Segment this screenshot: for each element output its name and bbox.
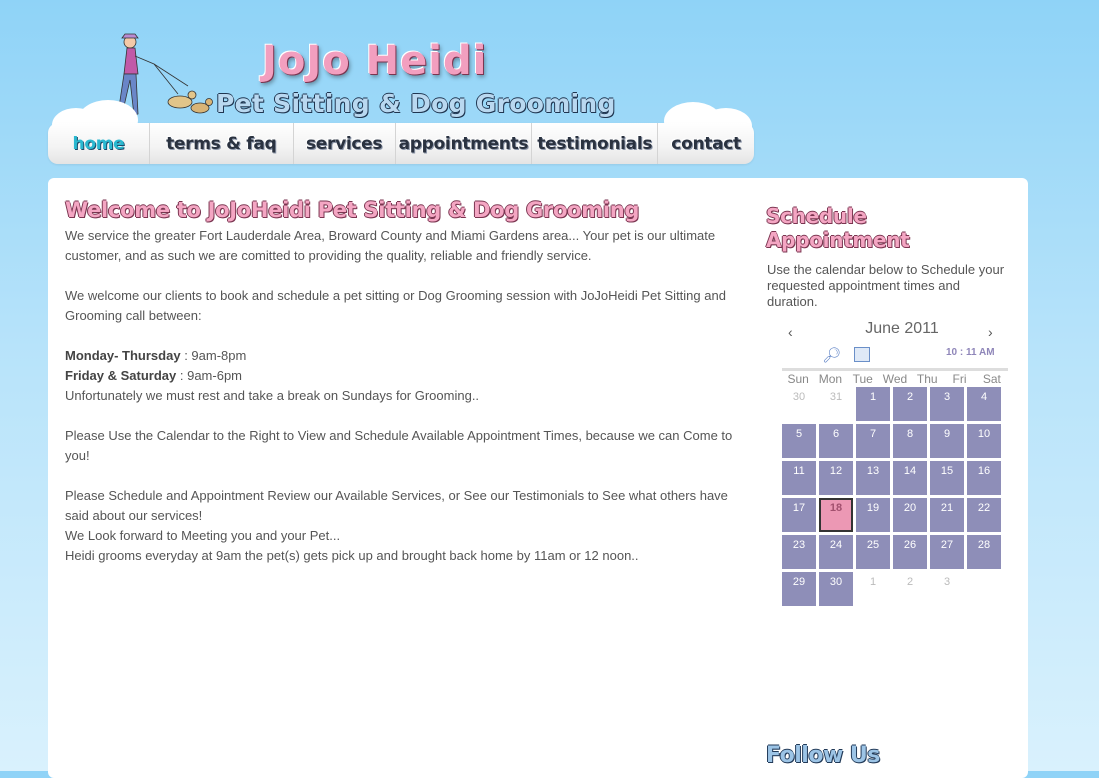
hours-weekday-value: : 9am-8pm [180,348,247,363]
calendar-day[interactable]: 4 [967,387,1001,421]
calendar-header: ‹ June 2011 › [782,318,1008,344]
schedule-description: Use the calendar below to Schedule your … [767,262,1005,309]
logo-title: JoJo Heidi [262,38,488,84]
hours-weekday: Monday- Thursday : 9am-8pm [65,346,745,366]
nav-contact[interactable]: contact [658,123,754,164]
calendar-grid: 30 31 1 2 3 4 5 6 7 8 9 10 11 12 13 14 15 16 17 18 19 20 21 22 2… [782,387,1008,609]
hours-weekday-label: Monday- Thursday [65,348,181,363]
booking-paragraph: We welcome our clients to book and sched… [65,288,726,323]
follow-us-heading: Follow Us [766,743,880,768]
schedule-paragraph: Please Schedule and Appointment Review o… [65,488,728,523]
calendar-day: 2 [906,576,914,588]
calendar-day[interactable]: 6 [819,424,853,458]
calendar-day: 31 [829,391,843,403]
nav-testimonials[interactable]: testimonials [532,123,659,164]
calendar-weekday: Mon [818,372,843,386]
meet-paragraph: We Look forward to Meeting you and your … [65,528,341,543]
calendar-weekday: Sat [982,372,1001,386]
calendar-weekdays: Sun Mon Tue Wed Thu Fri Sat [782,368,1008,386]
calendar-day[interactable]: 28 [967,535,1001,569]
site-header: JoJo Heidi Pet Sitting & Dog Grooming ho… [0,0,1099,170]
calendar-day: 30 [792,391,806,403]
calendar-day[interactable]: 11 [782,461,816,495]
calendar-day[interactable]: 23 [782,535,816,569]
calendar-day[interactable]: 22 [967,498,1001,532]
calendar-day[interactable]: 26 [893,535,927,569]
hours-weekend-value: : 9am-6pm [176,368,243,383]
grooming-paragraph: Heidi grooms everyday at 9am the pet(s) … [65,548,639,563]
main-nav: home terms & faq services appointments t… [48,123,754,164]
content-panel: Welcome to JoJoHeidi Pet Sitting & Dog G… [48,178,1028,778]
calendar-day[interactable]: 7 [856,424,890,458]
calendar-day[interactable]: 25 [856,535,890,569]
calendar-next-button[interactable]: › [988,324,993,340]
search-icon[interactable]: 🔎︎ [822,346,841,364]
calendar-month: June 2011 [865,320,939,337]
calendar-day[interactable]: 20 [893,498,927,532]
calendar-day[interactable]: 30 [819,572,853,606]
calendar-day[interactable]: 9 [930,424,964,458]
nav-appointments[interactable]: appointments [396,123,533,164]
calendar: ‹ June 2011 › 🔎︎ 10 : 11 AM Sun Mon Tue Wed… [782,318,1008,609]
main-content: Welcome to JoJoHeidi Pet Sitting & Dog G… [65,198,745,566]
sunday-note: Unfortunately we must rest and take a br… [65,388,480,403]
nav-home[interactable]: home [48,123,150,164]
calendar-weekday: Fri [952,372,967,386]
calendar-weekday: Wed [882,372,908,386]
calendar-time: 10 : 11 AM [946,347,995,358]
calendar-day[interactable]: 8 [893,424,927,458]
calendar-day[interactable]: 19 [856,498,890,532]
schedule-heading: Schedule Appointment [766,204,910,252]
calendar-day[interactable]: 21 [930,498,964,532]
calendar-day[interactable]: 14 [893,461,927,495]
calendar-day[interactable]: 5 [782,424,816,458]
nav-terms-faq[interactable]: terms & faq [150,123,294,164]
calendar-view-icon[interactable] [854,347,870,362]
calendar-day[interactable]: 13 [856,461,890,495]
calendar-day[interactable]: 29 [782,572,816,606]
calendar-day[interactable]: 3 [930,387,964,421]
intro-paragraph: We service the greater Fort Lauderdale A… [65,228,716,263]
calendar-weekday: Thu [916,372,938,386]
sidebar: Schedule Appointment Use the calendar be… [766,204,1011,310]
calendar-day[interactable]: 12 [819,461,853,495]
calendar-paragraph: Please Use the Calendar to the Right to … [65,428,733,463]
calendar-day[interactable]: 10 [967,424,1001,458]
hours-weekend-label: Friday & Saturday [65,368,177,383]
calendar-weekday: Sun [787,372,809,386]
calendar-day[interactable]: 27 [930,535,964,569]
calendar-day[interactable]: 2 [893,387,927,421]
calendar-day[interactable]: 24 [819,535,853,569]
calendar-day[interactable]: 15 [930,461,964,495]
calendar-day-today[interactable]: 18 [819,498,853,532]
calendar-day[interactable]: 1 [856,387,890,421]
calendar-toolbar: 🔎︎ 10 : 11 AM [782,344,1008,366]
calendar-day[interactable]: 16 [967,461,1001,495]
hours-weekend: Friday & Saturday : 9am-6pm [65,366,745,386]
welcome-heading: Welcome to JoJoHeidi Pet Sitting & Dog G… [65,198,640,222]
calendar-weekday: Tue [852,372,873,386]
calendar-day: 1 [869,576,877,588]
calendar-day: 3 [943,576,951,588]
calendar-day[interactable]: 17 [782,498,816,532]
nav-services[interactable]: services [294,123,396,164]
